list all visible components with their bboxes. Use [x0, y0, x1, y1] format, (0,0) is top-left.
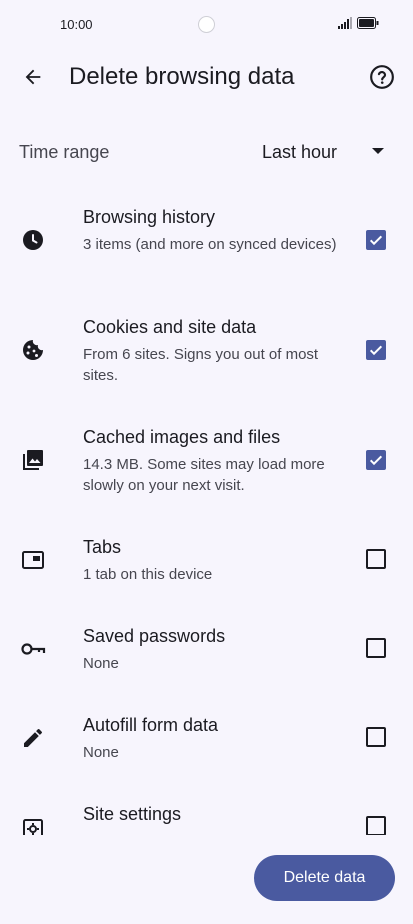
tab-icon — [20, 547, 46, 573]
option-subtitle: None — [83, 655, 119, 672]
option-site-settings[interactable]: Site settings — [0, 792, 413, 835]
time-range-dropdown[interactable]: Last hour — [250, 134, 400, 168]
time-range-value: Last hour — [262, 142, 338, 162]
option-subtitle: None — [83, 744, 119, 761]
dropdown-arrow-icon — [372, 148, 384, 154]
option-title: Cookies and site data — [83, 317, 257, 337]
cookies-checkbox[interactable] — [366, 340, 386, 360]
signal-icon — [338, 17, 352, 29]
option-title: Browsing history — [83, 207, 216, 227]
browsing-history-checkbox[interactable] — [366, 230, 386, 250]
option-subtitle: 3 items (and more on synced devices) — [83, 236, 337, 253]
option-title: Saved passwords — [83, 626, 226, 646]
option-title: Tabs — [83, 537, 122, 557]
checkmark-icon — [369, 235, 383, 246]
image-stack-icon — [20, 447, 46, 473]
status-bar: 10:00 — [0, 0, 413, 50]
option-saved-passwords[interactable]: Saved passwords None — [0, 614, 413, 694]
camera-cutout — [198, 16, 215, 33]
clock-icon — [20, 227, 46, 253]
app-bar: Delete browsing data — [0, 50, 413, 106]
option-cached-images[interactable]: Cached images and files 14.3 MB. Some si… — [0, 415, 413, 515]
option-subtitle: From 6 sites. Signs you out of most site… — [83, 346, 319, 384]
option-cookies[interactable]: Cookies and site data From 6 sites. Sign… — [0, 305, 413, 405]
battery-icon — [357, 17, 379, 29]
site-settings-checkbox[interactable] — [366, 816, 386, 835]
option-title: Cached images and files — [83, 427, 281, 447]
option-subtitle: 14.3 MB. Some sites may load more slowly… — [83, 456, 325, 494]
pencil-icon — [20, 725, 46, 751]
site-settings-icon — [20, 816, 46, 835]
option-autofill[interactable]: Autofill form data None — [0, 703, 413, 783]
tabs-checkbox[interactable] — [366, 549, 386, 569]
option-browsing-history[interactable]: Browsing history 3 items (and more on sy… — [0, 195, 413, 295]
status-time: 10:00 — [60, 17, 93, 32]
option-title: Site settings — [83, 804, 182, 824]
help-button[interactable] — [367, 62, 397, 92]
option-tabs[interactable]: Tabs 1 tab on this device — [0, 525, 413, 605]
option-subtitle: 1 tab on this device — [83, 566, 213, 583]
back-button[interactable] — [18, 62, 48, 92]
help-circle-icon — [370, 65, 394, 89]
saved-passwords-checkbox[interactable] — [366, 638, 386, 658]
data-type-list: Browsing history 3 items (and more on sy… — [0, 195, 413, 835]
key-icon — [20, 636, 46, 662]
delete-data-button[interactable]: Delete data — [254, 855, 395, 901]
page-title: Delete browsing data — [69, 63, 295, 90]
time-range-row: Time range Last hour — [0, 128, 413, 176]
cached-images-checkbox[interactable] — [366, 450, 386, 470]
option-title: Autofill form data — [83, 715, 219, 735]
time-range-label: Time range — [19, 142, 110, 162]
checkmark-icon — [369, 345, 383, 356]
arrow-back-icon — [25, 69, 41, 85]
status-icons — [338, 17, 379, 29]
cookie-icon — [20, 337, 46, 363]
autofill-checkbox[interactable] — [366, 727, 386, 747]
checkmark-icon — [369, 455, 383, 466]
